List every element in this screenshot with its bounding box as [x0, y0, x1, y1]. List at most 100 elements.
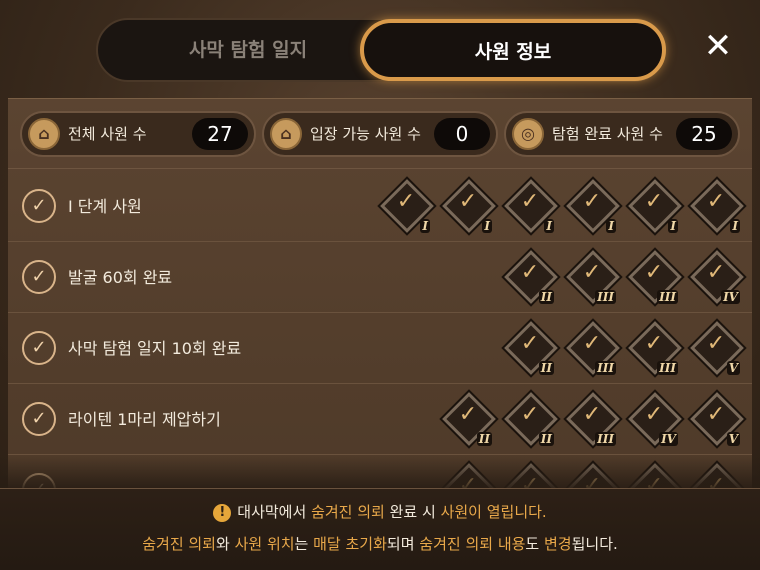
- temple-badge-icon[interactable]: ✓ V: [688, 321, 744, 377]
- stat-value: 0: [434, 118, 490, 150]
- temple-row[interactable]: ✓ Ⅰ 단계 사원 ✓ I ✓ I ✓ I ✓ I ✓ I ✓ I: [8, 171, 752, 242]
- stat-label: 탐험 완료 사원 수: [552, 125, 663, 143]
- temple-badge-icon[interactable]: ✓ III: [626, 321, 682, 377]
- badge-tier: IV: [721, 290, 740, 304]
- notice-text: 되며: [386, 535, 420, 553]
- stat-label: 입장 가능 사원 수: [310, 125, 421, 143]
- tab-temple-info[interactable]: 사원 정보: [360, 19, 666, 81]
- temple-badge-icon[interactable]: ✓ IV: [626, 392, 682, 448]
- check-icon: ✓: [582, 402, 602, 427]
- highlight-text: 사원 위치: [234, 535, 295, 553]
- check-icon: ✓: [22, 402, 56, 436]
- temple-badge-icon[interactable]: ✓ III: [564, 321, 620, 377]
- temple-badge-icon[interactable]: ✓ II: [440, 392, 496, 448]
- notice-line-2: 숨겨진 의뢰와 사원 위치는 매달 초기화되며 숨겨진 의뢰 내용도 변경됩니다…: [0, 533, 760, 554]
- temple-badge-icon[interactable]: ✓ III: [626, 250, 682, 306]
- badge-tier: I: [420, 219, 430, 233]
- temple-badges: ✓ IV ✓ III ✓ III ✓ II: [502, 250, 744, 306]
- badge-tier: I: [606, 219, 616, 233]
- temple-badge-icon[interactable]: ✓ V: [688, 392, 744, 448]
- highlight-text: 사원이 열립니다.: [440, 503, 547, 521]
- stat-explored-temples: ◎ 탐험 완료 사원 수 25: [504, 111, 740, 157]
- temple-badges: ✓ V ✓ IV ✓ III ✓ II ✓ II: [440, 392, 744, 448]
- temple-icon: ⌂: [270, 118, 302, 150]
- check-icon: ✓: [644, 402, 664, 427]
- stat-total-temples: ⌂ 전체 사원 수 27: [20, 111, 256, 157]
- check-icon: ✓: [582, 189, 602, 214]
- check-icon: ✓: [458, 189, 478, 214]
- check-icon: ✓: [520, 260, 540, 285]
- temple-badge-icon[interactable]: ✓ I: [564, 179, 620, 235]
- notice-text: 완료 시: [384, 503, 441, 521]
- badge-tier: III: [595, 361, 616, 375]
- highlight-text: 숨겨진 의뢰 내용: [419, 535, 526, 553]
- check-icon: ✓: [644, 189, 664, 214]
- check-icon: ✓: [706, 189, 726, 214]
- temple-row[interactable]: ✓ 발굴 60회 완료 ✓ IV ✓ III ✓ III ✓ II: [8, 242, 752, 313]
- temple-badge-icon[interactable]: ✓ II: [502, 250, 558, 306]
- highlight-text: 매달 초기화: [313, 535, 387, 553]
- temple-badges: ✓ V ✓ III ✓ III ✓ II: [502, 321, 744, 377]
- tab-desert-journal[interactable]: 사막 탐험 일지: [98, 20, 398, 80]
- temple-row[interactable]: ✓ 사막 탐험 일지 10회 완료 ✓ V ✓ III ✓ III ✓ II: [8, 313, 752, 384]
- temple-badge-icon[interactable]: ✓ I: [440, 179, 496, 235]
- badge-tier: III: [657, 361, 678, 375]
- notice-box: ! 대사막에서 숨겨진 의뢰 완료 시 사원이 열립니다. 숨겨진 의뢰와 사원 …: [0, 488, 760, 570]
- temple-badges: ✓ I ✓ I ✓ I ✓ I ✓ I ✓ I: [378, 179, 744, 235]
- temple-badge-icon[interactable]: ✓ I: [378, 179, 434, 235]
- check-icon: ✓: [706, 402, 726, 427]
- notice-text: 도: [525, 535, 544, 553]
- temple-badge-icon[interactable]: ✓ II: [502, 392, 558, 448]
- temple-icon: ⌂: [28, 118, 60, 150]
- check-icon: ✓: [582, 260, 602, 285]
- badge-tier: III: [657, 290, 678, 304]
- compass-icon: ◎: [512, 118, 544, 150]
- badge-tier: III: [595, 290, 616, 304]
- temple-badge-icon[interactable]: ✓ III: [564, 250, 620, 306]
- temple-badge-icon[interactable]: ✓ IV: [688, 250, 744, 306]
- check-icon: ✓: [644, 260, 664, 285]
- warning-icon: !: [213, 504, 232, 522]
- badge-tier: I: [730, 219, 740, 233]
- check-icon: ✓: [706, 331, 726, 356]
- check-icon: ✓: [520, 402, 540, 427]
- badge-tier: II: [538, 290, 554, 304]
- temple-badge-icon[interactable]: ✓ I: [626, 179, 682, 235]
- badge-tier: II: [476, 432, 492, 446]
- notice-line-1: ! 대사막에서 숨겨진 의뢰 완료 시 사원이 열립니다.: [0, 501, 760, 522]
- highlight-text: 숨겨진 의뢰: [311, 503, 385, 521]
- temple-row-label: 사막 탐험 일지 10회 완료: [68, 339, 242, 358]
- tab-bar: 사막 탐험 일지 사원 정보: [96, 18, 666, 82]
- check-icon: ✓: [22, 260, 56, 294]
- temple-badge-icon[interactable]: ✓ I: [502, 179, 558, 235]
- check-icon: ✓: [644, 331, 664, 356]
- temple-badge-icon[interactable]: ✓ I: [688, 179, 744, 235]
- temple-row-label: Ⅰ 단계 사원: [68, 197, 142, 216]
- badge-tier: IV: [659, 432, 678, 446]
- stat-enterable-temples: ⌂ 입장 가능 사원 수 0: [262, 111, 498, 157]
- notice-text: 대사막에서: [237, 503, 312, 521]
- badge-tier: V: [726, 361, 740, 375]
- stats-bar: ⌂ 전체 사원 수 27 ⌂ 입장 가능 사원 수 0 ◎ 탐험 완료 사원 수…: [8, 99, 752, 169]
- temple-badge-icon[interactable]: ✓ II: [502, 321, 558, 377]
- check-icon: ✓: [520, 331, 540, 356]
- temple-row[interactable]: ✓ 라이텐 1마리 제압하기 ✓ V ✓ IV ✓ III ✓ II ✓ II: [8, 384, 752, 455]
- check-icon: ✓: [520, 189, 540, 214]
- highlight-text: 숨겨진 의뢰: [142, 535, 216, 553]
- notice-text: 와: [216, 535, 235, 553]
- badge-tier: I: [482, 219, 492, 233]
- check-icon: ✓: [396, 189, 416, 214]
- highlight-text: 변경: [544, 535, 572, 553]
- temple-row-label: 발굴 60회 완료: [68, 268, 173, 287]
- check-icon: ✓: [22, 331, 56, 365]
- notice-text: 됩니다.: [571, 535, 618, 553]
- badge-tier: I: [668, 219, 678, 233]
- temple-badge-icon[interactable]: ✓ III: [564, 392, 620, 448]
- stat-value: 25: [676, 118, 732, 150]
- check-icon: ✓: [22, 189, 56, 223]
- badge-tier: V: [726, 432, 740, 446]
- check-icon: ✓: [706, 260, 726, 285]
- badge-tier: I: [544, 219, 554, 233]
- badge-tier: III: [595, 432, 616, 446]
- close-icon[interactable]: ✕: [700, 28, 736, 64]
